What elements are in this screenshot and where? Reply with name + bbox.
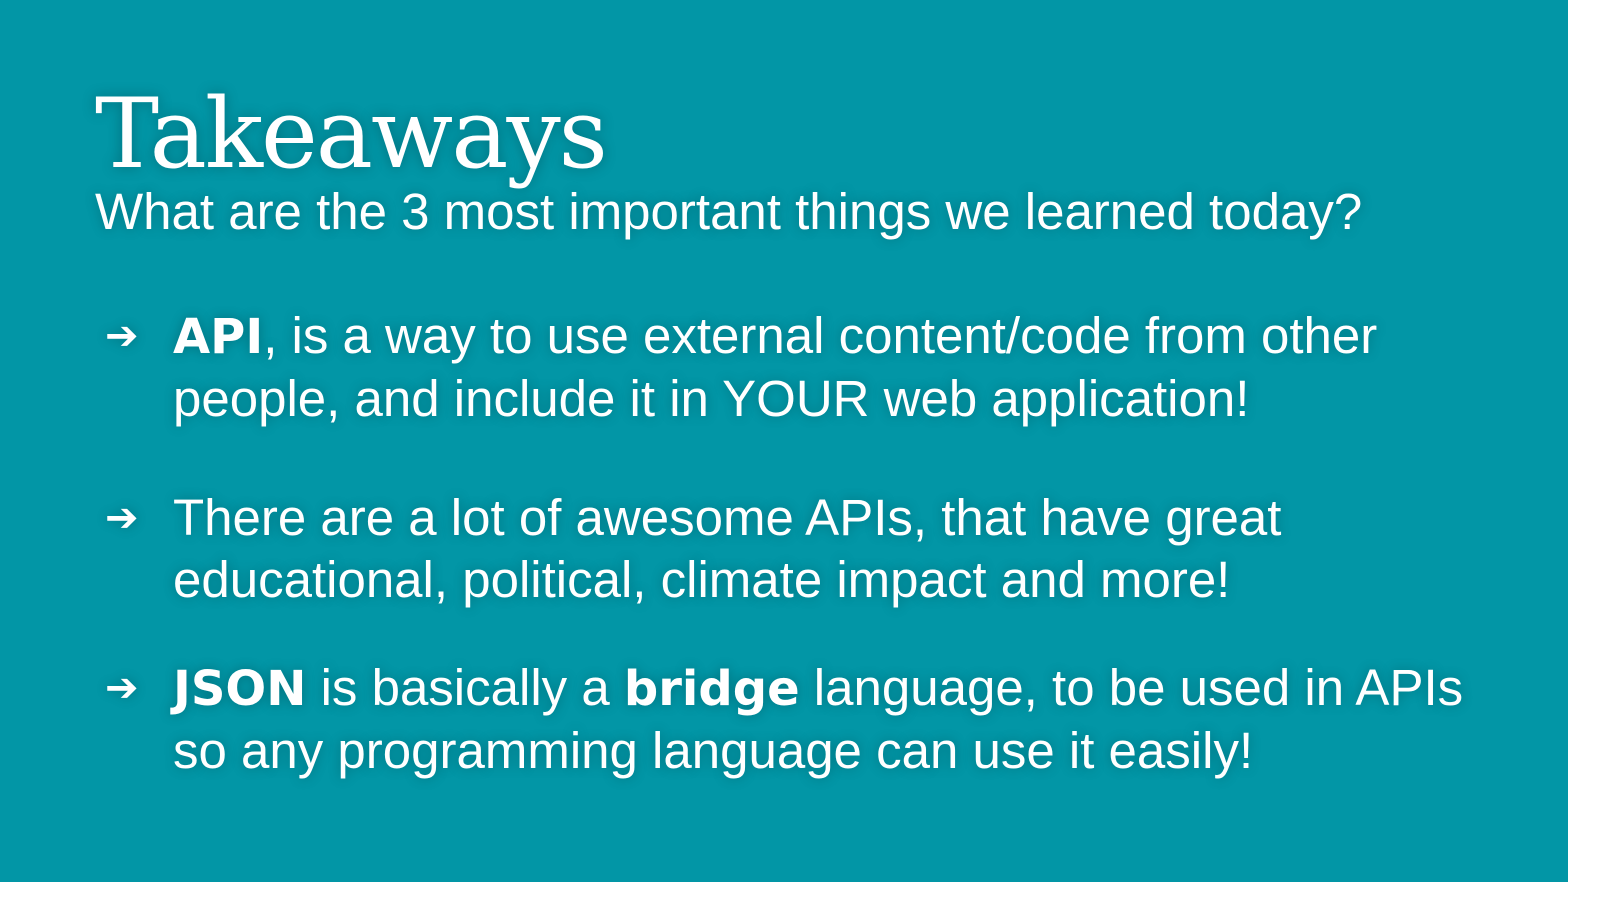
takeaway-keyword-api: API (173, 309, 264, 365)
takeaway-text-3: JSON is basically a bridge language, to … (173, 657, 1473, 782)
slide-subtitle: What are the 3 most important things we … (95, 183, 1363, 240)
right-arrow-icon: ➔ (105, 495, 139, 541)
slide: Takeaways What are the 3 most important … (0, 0, 1568, 882)
takeaway-body-2: There are a lot of awesome APIs, that ha… (173, 489, 1282, 608)
right-arrow-icon: ➔ (105, 313, 139, 359)
takeaway-body-3a: is basically a (306, 659, 624, 716)
takeaway-keyword-bridge: bridge (623, 661, 800, 717)
takeaway-item-1: ➔ API, is a way to use external content/… (105, 305, 1545, 430)
takeaway-text-1: API, is a way to use external content/co… (173, 305, 1473, 430)
takeaway-item-2: ➔ There are a lot of awesome APIs, that … (105, 487, 1545, 611)
takeaway-text-2: There are a lot of awesome APIs, that ha… (173, 487, 1473, 611)
takeaway-keyword-json: JSON (173, 661, 307, 717)
right-arrow-icon: ➔ (105, 665, 139, 711)
takeaway-item-3: ➔ JSON is basically a bridge language, t… (105, 657, 1545, 782)
takeaway-body-1: , is a way to use external content/code … (173, 307, 1378, 427)
slide-title: Takeaways (95, 78, 608, 190)
